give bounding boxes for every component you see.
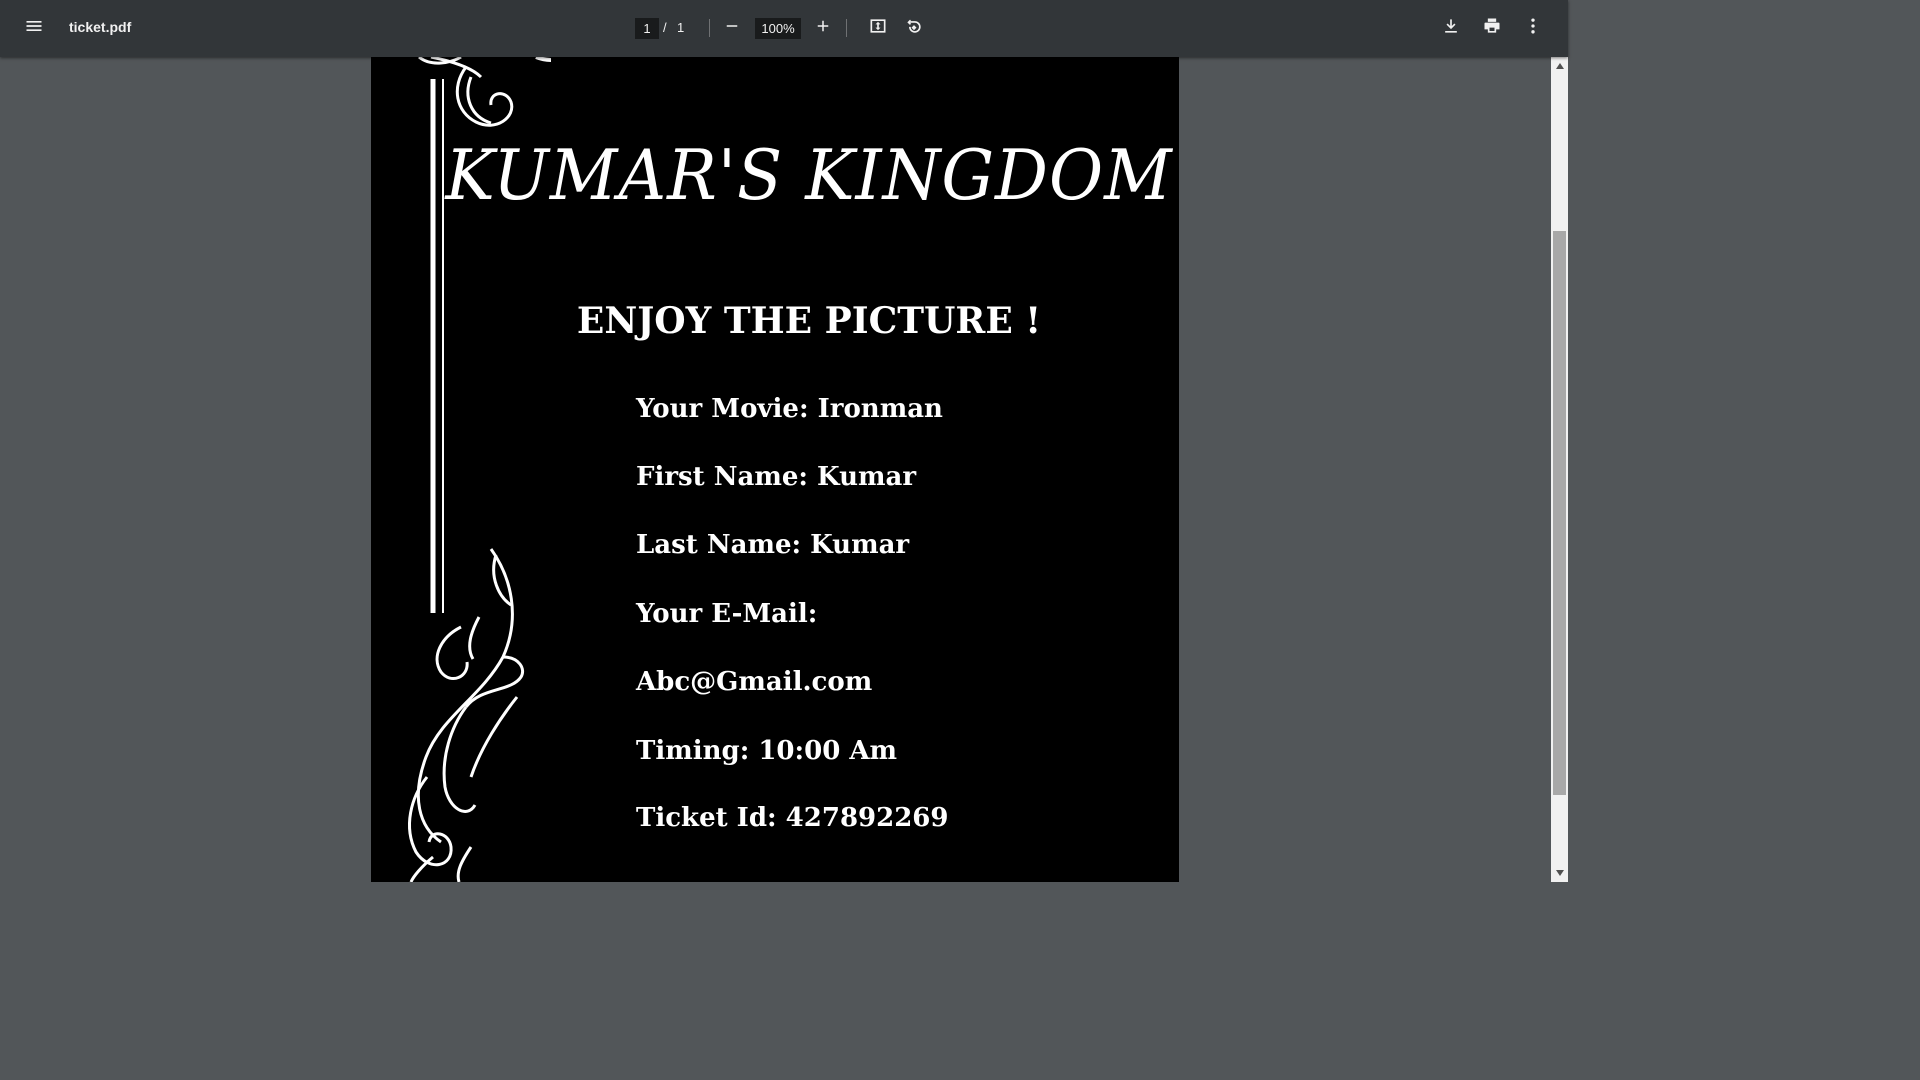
page-total: 1 — [677, 20, 685, 35]
ticket-brand-title: KUMAR'S KINGDOM — [445, 135, 1173, 216]
zoom-input[interactable] — [755, 18, 801, 39]
file-title: ticket.pdf — [69, 19, 132, 35]
zoom-out-button[interactable] — [714, 10, 750, 46]
page-number-input[interactable] — [635, 18, 659, 39]
ticket-movie: Your Movie: Ironman — [636, 394, 943, 424]
more-vert-icon — [1523, 16, 1543, 41]
pdf-toolbar: ticket.pdf / 1 — [0, 0, 1568, 57]
toolbar-divider — [846, 19, 847, 37]
ticket-last-name: Last Name: Kumar — [636, 530, 910, 560]
fit-to-page-button[interactable] — [860, 10, 896, 46]
more-options-button[interactable] — [1515, 10, 1551, 46]
rotate-icon — [904, 16, 924, 41]
vertical-scrollbar[interactable] — [1551, 57, 1568, 882]
menu-icon — [24, 16, 44, 41]
minus-icon — [723, 17, 741, 40]
plus-icon — [814, 17, 832, 40]
download-icon — [1441, 16, 1461, 41]
scroll-up-arrow-icon[interactable] — [1551, 59, 1568, 73]
scroll-thumb[interactable] — [1553, 231, 1566, 795]
pdf-page: KUMAR'S KINGDOM ENJOY THE PICTURE ! Your… — [371, 57, 1179, 882]
ticket-email: Abc@Gmail.com — [636, 667, 873, 697]
print-icon — [1482, 16, 1502, 41]
fit-page-icon — [868, 16, 888, 41]
ticket-headline: ENJOY THE PICTURE ! — [576, 300, 1042, 342]
rotate-button[interactable] — [896, 10, 932, 46]
download-button[interactable] — [1433, 10, 1469, 46]
zoom-in-button[interactable] — [805, 10, 841, 46]
scroll-down-arrow-icon[interactable] — [1551, 866, 1568, 880]
page-separator: / — [663, 20, 667, 35]
ticket-timing: Timing: 10:00 Am — [636, 736, 898, 766]
ticket-id: Ticket Id: 427892269 — [636, 803, 949, 833]
toolbar-divider — [709, 19, 710, 37]
menu-button[interactable] — [16, 10, 52, 46]
print-button[interactable] — [1474, 10, 1510, 46]
ticket-email-label: Your E-Mail: — [636, 599, 818, 629]
ticket-first-name: First Name: Kumar — [636, 462, 917, 492]
